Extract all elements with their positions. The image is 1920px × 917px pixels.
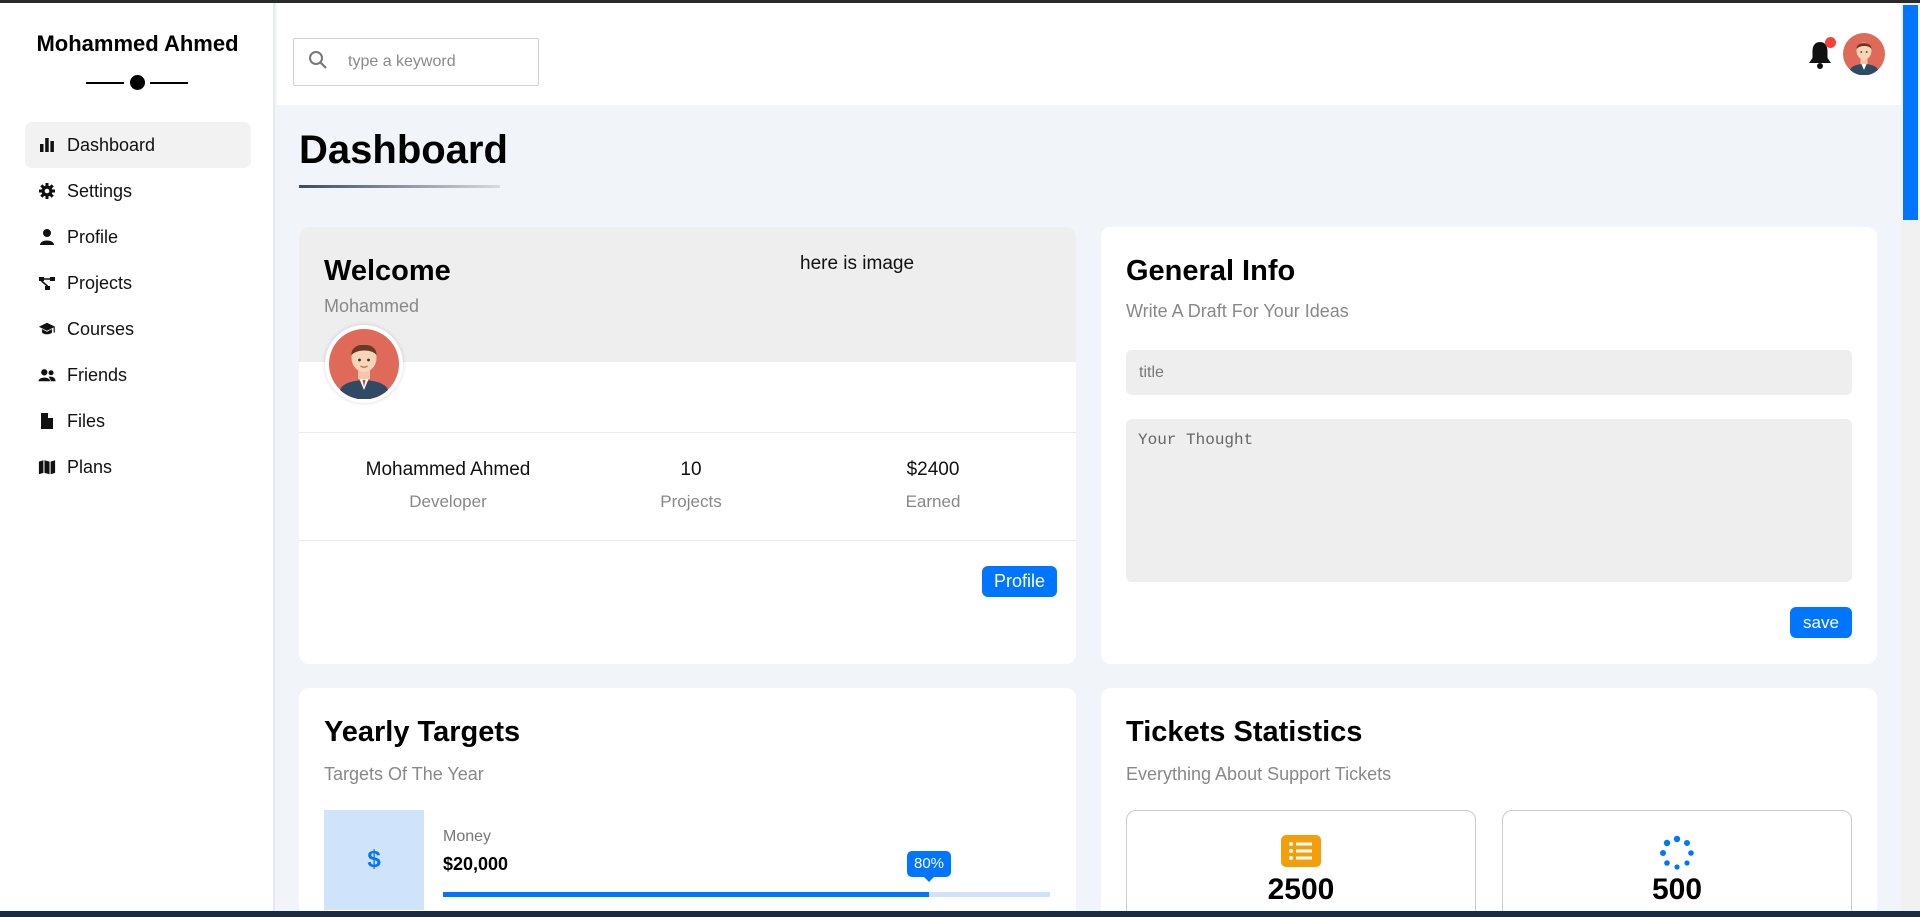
map-icon [37, 457, 57, 477]
welcome-stat-earned: $2400 Earned [813, 459, 1053, 512]
general-info-title: General Info [1126, 255, 1296, 287]
ticket-stat-box: 2500 [1126, 810, 1476, 917]
sidebar-item-profile[interactable]: Profile [25, 214, 251, 260]
sidebar-item-files[interactable]: Files [25, 398, 251, 444]
user-icon [37, 227, 57, 247]
sidebar-item-label: Settings [67, 180, 133, 201]
welcome-subtitle: Mohammed [324, 296, 420, 316]
user-avatar[interactable] [1843, 33, 1885, 76]
welcome-avatar [325, 325, 403, 403]
sidebar-item-label: Projects [67, 272, 133, 293]
sidebar-item-label: Courses [67, 318, 135, 339]
sidebar-item-label: Profile [67, 226, 119, 247]
ticket-stat-box: 500 [1502, 810, 1852, 917]
stat-value: $2400 [906, 459, 960, 480]
welcome-stat-projects: 10 Projects [571, 459, 811, 512]
tickets-title: Tickets Statistics [1126, 716, 1363, 748]
sidebar-item-label: Friends [67, 364, 128, 385]
welcome-divider-bottom [299, 540, 1076, 541]
chart-simple-icon [37, 135, 57, 155]
search-icon [308, 50, 328, 75]
users-icon [37, 365, 57, 385]
yearly-targets-title: Yearly Targets [324, 716, 521, 748]
stat-value: 10 [680, 459, 702, 480]
broken-image: here is image [800, 253, 915, 274]
page-title: Dashboard [299, 128, 508, 172]
welcome-divider-top [299, 432, 1076, 433]
sidebar-item-label: Files [67, 410, 106, 431]
page-title-underline [299, 185, 500, 188]
notifications-button[interactable] [1806, 37, 1836, 71]
brand-decoration [86, 75, 188, 91]
dollar-icon: $ [324, 810, 424, 910]
sidebar-nav: Dashboard Settings Profile Projects Cour… [25, 122, 251, 490]
top-header [277, 3, 1901, 105]
diagram-project-icon [37, 273, 57, 293]
welcome-banner [299, 227, 1076, 362]
spinner-icon [1660, 835, 1694, 870]
draft-title-input[interactable] [1126, 350, 1852, 395]
sidebar-item-projects[interactable]: Projects [25, 260, 251, 306]
brand-name: Mohammed Ahmed [36, 31, 239, 56]
window-bottom-border [0, 911, 1920, 917]
stat-label: Earned [905, 492, 961, 511]
sidebar-item-courses[interactable]: Courses [25, 306, 251, 352]
sidebar-item-label: Dashboard [67, 134, 156, 155]
sidebar-item-settings[interactable]: Settings [25, 168, 251, 214]
draft-thought-textarea[interactable] [1126, 419, 1852, 582]
sidebar: Mohammed Ahmed Dashboard Settings Profil… [0, 3, 275, 911]
sidebar-item-label: Plans [67, 456, 113, 477]
search-input[interactable] [348, 53, 528, 71]
notification-badge [1825, 37, 1836, 48]
target-progress-track [443, 892, 1050, 897]
save-button[interactable]: save [1790, 607, 1852, 638]
general-info-subtitle: Write A Draft For Your Ideas [1126, 301, 1349, 321]
sidebar-item-dashboard[interactable]: Dashboard [25, 122, 251, 168]
target-label: Money [443, 828, 492, 845]
stat-value: Mohammed Ahmed [365, 459, 531, 480]
graduation-cap-icon [37, 319, 57, 339]
ticket-stat-value: 2500 [1267, 873, 1335, 906]
stat-label: Developer [409, 492, 487, 511]
general-info-card: General Info Write A Draft For Your Idea… [1101, 227, 1877, 664]
gear-icon [37, 181, 57, 201]
profile-button[interactable]: Profile [982, 566, 1057, 597]
welcome-card: Welcome Mohammed here is image Mohammed … [299, 227, 1076, 664]
list-icon [1281, 835, 1321, 867]
window-top-border [0, 0, 1920, 3]
search-box[interactable] [293, 38, 539, 86]
scrollbar-thumb[interactable] [1903, 5, 1918, 220]
file-icon [37, 411, 57, 431]
sidebar-item-plans[interactable]: Plans [25, 444, 251, 490]
welcome-stat-name: Mohammed Ahmed Developer [328, 459, 568, 512]
sidebar-item-friends[interactable]: Friends [25, 352, 251, 398]
yearly-targets-subtitle: Targets Of The Year [324, 764, 484, 784]
target-progress-label: 80% [907, 851, 951, 882]
tickets-statistics-card: Tickets Statistics Everything About Supp… [1101, 688, 1877, 917]
yearly-targets-card: Yearly Targets Targets Of The Year $ Mon… [299, 688, 1076, 917]
welcome-title: Welcome [324, 255, 451, 287]
target-value: $20,000 [443, 854, 509, 874]
stat-label: Projects [660, 492, 722, 511]
target-progress-fill [443, 892, 929, 897]
ticket-stat-value: 500 [1651, 873, 1703, 906]
page-scrollbar[interactable] [1901, 3, 1920, 911]
tickets-subtitle: Everything About Support Tickets [1126, 764, 1392, 784]
